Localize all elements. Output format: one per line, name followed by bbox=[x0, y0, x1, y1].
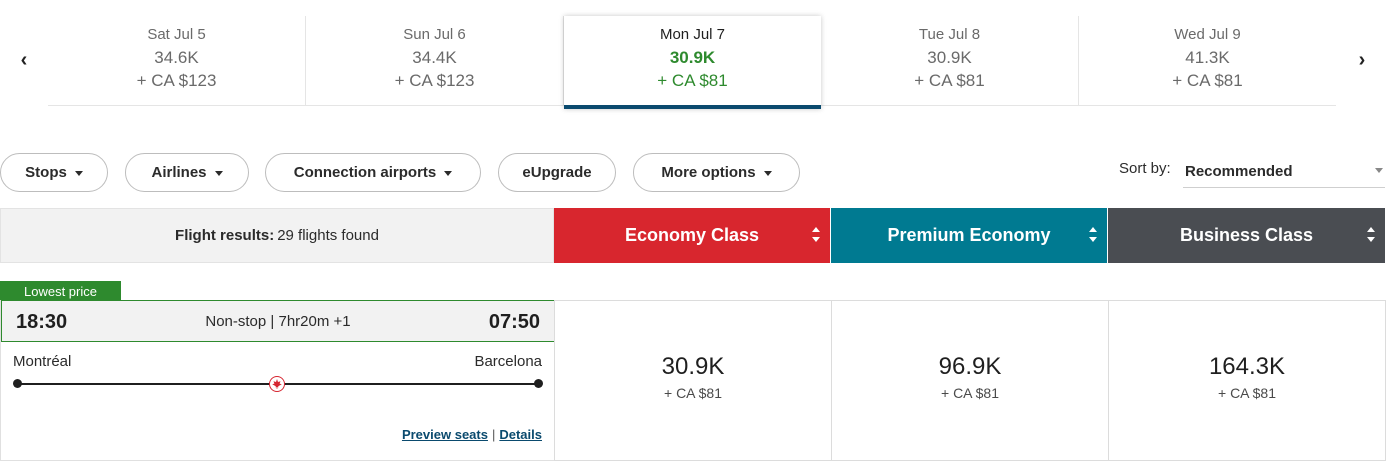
date-points: 34.6K bbox=[154, 48, 199, 67]
cabin-header-economy[interactable]: Economy Class bbox=[554, 208, 830, 263]
sort-arrows-icon bbox=[1367, 227, 1375, 244]
flight-results-label: Flight results: bbox=[175, 227, 275, 244]
date-cash: + CA $123 bbox=[394, 71, 475, 90]
fare-points: 96.9K bbox=[938, 353, 1002, 380]
arrival-time: 07:50 bbox=[488, 311, 540, 333]
date-label: Sun Jul 6 bbox=[403, 26, 466, 43]
chevron-right-icon[interactable]: › bbox=[1352, 45, 1372, 75]
fare-cell-premium-economy[interactable]: 96.9K + CA $81 bbox=[831, 300, 1108, 461]
date-option-jul-7-selected[interactable]: Mon Jul 7 30.9K + CA $81 bbox=[564, 16, 821, 109]
sort-arrows-icon bbox=[812, 227, 820, 244]
stops-filter-button[interactable]: Stops bbox=[0, 153, 108, 192]
date-cash: + CA $81 bbox=[914, 71, 985, 90]
date-label: Tue Jul 8 bbox=[918, 26, 981, 43]
flight-results-count: 29 flights found bbox=[277, 227, 379, 244]
date-option-jul-5[interactable]: Sat Jul 5 34.6K + CA $123 bbox=[48, 16, 306, 105]
caret-down-icon bbox=[214, 171, 223, 176]
sort-select[interactable]: Recommended bbox=[1183, 155, 1385, 188]
caret-down-icon bbox=[74, 171, 83, 176]
date-points: 34.4K bbox=[412, 48, 457, 67]
cabin-header-premium-economy[interactable]: Premium Economy bbox=[831, 208, 1107, 263]
stops-filter-label: Stops bbox=[25, 164, 67, 181]
airlines-filter-label: Airlines bbox=[151, 164, 207, 181]
cabin-header-label: Business Class bbox=[1179, 225, 1314, 245]
sort-arrows-icon bbox=[1089, 227, 1097, 244]
caret-down-icon bbox=[763, 171, 772, 176]
fare-cash: + CA $81 bbox=[664, 385, 722, 401]
cabin-header-label: Economy Class bbox=[624, 225, 760, 245]
caret-down-icon bbox=[1375, 168, 1383, 173]
details-link[interactable]: Details bbox=[499, 427, 542, 442]
more-options-filter-button[interactable]: More options bbox=[633, 153, 800, 192]
flight-card: 18:30 Non-stop | 7hr20m +1 07:50 Montréa… bbox=[0, 300, 555, 461]
connection-airports-filter-button[interactable]: Connection airports bbox=[265, 153, 481, 192]
fare-cell-economy[interactable]: 30.9K + CA $81 bbox=[554, 300, 831, 461]
origin-dot bbox=[13, 379, 22, 388]
date-label: Sat Jul 5 bbox=[147, 26, 206, 43]
origin-city: Montréal bbox=[13, 353, 72, 370]
date-carousel: Sat Jul 5 34.6K + CA $123 Sun Jul 6 34.4… bbox=[48, 16, 1336, 109]
sort-by-label: Sort by: bbox=[1119, 160, 1171, 177]
date-option-jul-9[interactable]: Wed Jul 9 41.3K + CA $81 bbox=[1079, 16, 1336, 105]
link-separator: | bbox=[491, 427, 496, 442]
flight-results-summary: Flight results: 29 flights found bbox=[0, 208, 554, 263]
date-cash: + CA $123 bbox=[136, 71, 217, 90]
connection-airports-filter-label: Connection airports bbox=[293, 164, 437, 181]
date-cash: + CA $81 bbox=[657, 71, 728, 90]
destination-dot bbox=[534, 379, 543, 388]
chevron-left-icon[interactable]: ‹ bbox=[14, 45, 34, 75]
fare-cash: + CA $81 bbox=[1218, 385, 1276, 401]
date-points: 30.9K bbox=[669, 48, 716, 67]
eupgrade-filter-label: eUpgrade bbox=[522, 164, 592, 181]
date-cash: + CA $81 bbox=[1172, 71, 1243, 90]
date-points: 41.3K bbox=[1185, 48, 1230, 67]
cabin-header-business[interactable]: Business Class bbox=[1108, 208, 1385, 263]
maple-leaf-icon bbox=[269, 376, 285, 392]
sort-selected-value: Recommended bbox=[1185, 162, 1293, 180]
caret-down-icon bbox=[444, 171, 453, 176]
fare-points: 164.3K bbox=[1208, 353, 1286, 380]
eupgrade-filter-button[interactable]: eUpgrade bbox=[498, 153, 616, 192]
date-option-jul-6[interactable]: Sun Jul 6 34.4K + CA $123 bbox=[306, 16, 564, 105]
date-option-jul-8[interactable]: Tue Jul 8 30.9K + CA $81 bbox=[821, 16, 1079, 105]
airlines-filter-button[interactable]: Airlines bbox=[125, 153, 249, 192]
date-label: Wed Jul 9 bbox=[1174, 26, 1241, 43]
fare-points: 30.9K bbox=[661, 353, 725, 380]
more-options-filter-label: More options bbox=[661, 164, 756, 181]
destination-city: Barcelona bbox=[474, 353, 542, 370]
flight-links: Preview seats | Details bbox=[402, 427, 542, 442]
date-points: 30.9K bbox=[927, 48, 972, 67]
flight-duration: Non-stop | 7hr20m +1 bbox=[205, 313, 351, 330]
flight-times-bar: 18:30 Non-stop | 7hr20m +1 07:50 bbox=[1, 300, 555, 342]
fare-cash: + CA $81 bbox=[941, 385, 999, 401]
preview-seats-link[interactable]: Preview seats bbox=[402, 427, 488, 442]
lowest-price-badge: Lowest price bbox=[0, 281, 121, 301]
fare-cell-business[interactable]: 164.3K + CA $81 bbox=[1108, 300, 1386, 461]
cabin-header-label: Premium Economy bbox=[887, 225, 1051, 245]
date-label: Mon Jul 7 bbox=[659, 26, 726, 43]
